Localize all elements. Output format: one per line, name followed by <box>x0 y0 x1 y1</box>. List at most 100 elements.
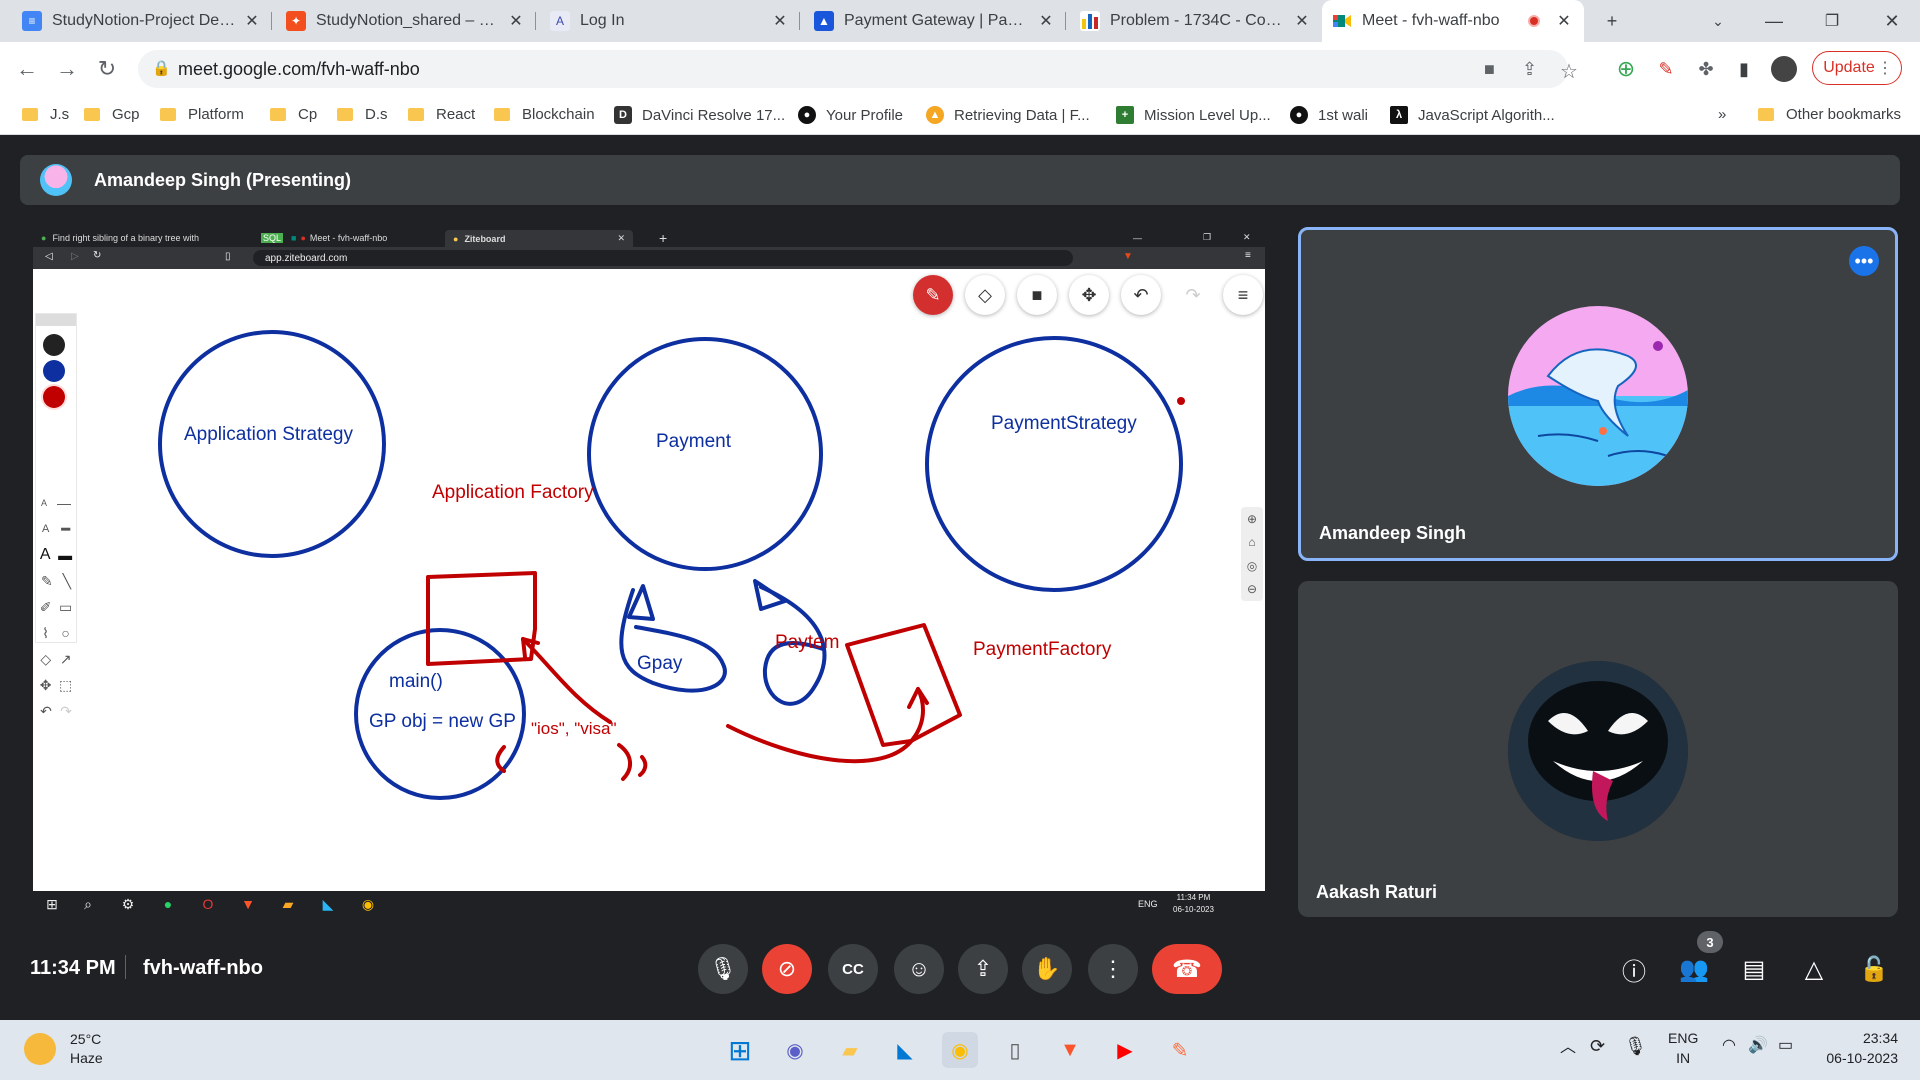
zoom-in-icon[interactable]: ⊕ <box>1247 512 1257 526</box>
bookmark-folder[interactable]: J.s <box>22 106 69 123</box>
clock[interactable]: 23:34 06-10-2023 <box>1818 1028 1898 1068</box>
close-icon[interactable]: ✕ <box>506 11 526 31</box>
tab-search-icon[interactable]: ⌄ <box>1690 0 1746 42</box>
host-controls-icon[interactable]: 🔓 <box>1854 947 1894 991</box>
window-close-icon[interactable]: ✕ <box>1864 0 1920 42</box>
tray-chevron-icon[interactable]: ︿ <box>1560 1038 1576 1058</box>
browser-tab[interactable]: ≡ StudyNotion-Project Descri ✕ <box>12 0 272 42</box>
participant-tile[interactable]: Aakash Raturi <box>1298 581 1898 917</box>
extensions-puzzle-icon[interactable]: ✤ <box>1690 52 1722 86</box>
battery-icon[interactable]: ▭ <box>1778 1036 1793 1056</box>
activities-icon[interactable]: △ <box>1794 947 1834 991</box>
microphone-button[interactable]: 🎙 <box>698 944 748 994</box>
center-icon[interactable]: ◎ <box>1247 559 1257 573</box>
bookmark-link[interactable]: ▲ Retrieving Data | F... <box>926 106 1090 124</box>
shared-url-box: app.ziteboard.com <box>253 250 1073 266</box>
leave-call-button[interactable]: ☎ <box>1152 944 1222 994</box>
close-icon[interactable]: ✕ <box>1292 11 1312 31</box>
teams-chat-icon[interactable]: ◉ <box>777 1032 813 1068</box>
update-label: Update <box>1823 59 1875 76</box>
close-icon[interactable]: ✕ <box>770 11 790 31</box>
raise-hand-button[interactable]: ✋ <box>1022 944 1072 994</box>
people-icon[interactable]: 👥 <box>1674 947 1714 991</box>
profile-avatar[interactable] <box>1768 52 1800 86</box>
vscode-icon[interactable]: ◣ <box>887 1032 923 1068</box>
bookmark-folder[interactable]: Blockchain <box>494 106 595 123</box>
language-indicator[interactable]: ENG IN <box>1668 1028 1698 1068</box>
reload-icon[interactable]: ↻ <box>90 52 124 86</box>
shared-screen[interactable]: ● Find right sibling of a binary tree wit… <box>33 227 1265 917</box>
browser-tab[interactable]: ✦ StudyNotion_shared – Figm ✕ <box>276 0 536 42</box>
recording-icon <box>1528 15 1540 27</box>
more-options-button[interactable]: ⋮ <box>1088 944 1138 994</box>
side-panel-icon[interactable]: ▮ <box>1728 52 1760 86</box>
bookmark-link[interactable]: D DaVinci Resolve 17... <box>614 106 785 124</box>
meet-icon <box>1332 11 1352 31</box>
close-icon[interactable]: ✕ <box>1554 11 1574 31</box>
windows-start-icon[interactable]: ⊞ <box>722 1032 758 1068</box>
bookmark-folder[interactable]: Gcp <box>84 106 140 123</box>
application-factory-box <box>426 571 537 666</box>
home-icon[interactable]: ⌂ <box>1248 535 1255 549</box>
bookmark-folder[interactable]: React <box>408 106 475 123</box>
volume-icon[interactable]: 🔊 <box>1748 1036 1768 1056</box>
youtube-icon[interactable]: ▶ <box>1107 1032 1143 1068</box>
extension-plus-icon[interactable]: ⊕ <box>1610 52 1642 86</box>
wifi-icon[interactable]: ◠ <box>1722 1036 1736 1056</box>
back-icon[interactable]: ← <box>10 52 44 86</box>
microphone-tray-icon[interactable]: 🎙 <box>1624 1036 1647 1056</box>
bookmark-folder[interactable]: Platform <box>160 106 244 123</box>
lock-icon[interactable]: 🔒 <box>152 59 171 77</box>
close-icon[interactable]: ✕ <box>1036 11 1056 31</box>
camera-blocked-icon[interactable]: ■ <box>1484 59 1495 80</box>
sync-icon[interactable]: ⟳ <box>1590 1036 1605 1056</box>
bookmark-label: Blockchain <box>522 106 595 123</box>
bookmarks-overflow-icon[interactable]: » <box>1718 106 1726 123</box>
maximize-icon[interactable]: ❐ <box>1804 0 1860 42</box>
brave-icon[interactable]: ▼ <box>1052 1032 1088 1068</box>
reactions-button[interactable]: ☺ <box>894 944 944 994</box>
more-options-icon[interactable]: ••• <box>1849 246 1879 276</box>
bookmark-folder[interactable]: Cp <box>270 106 317 123</box>
bookmark-label: Other bookmarks <box>1786 106 1902 123</box>
github-icon: ● <box>1290 106 1308 124</box>
bookmark-link[interactable]: ● Your Profile <box>798 106 903 124</box>
camera-off-button[interactable]: ⊘ <box>762 944 812 994</box>
bookmark-link[interactable]: ● 1st wali <box>1290 106 1368 124</box>
bookmark-folder[interactable]: D.s <box>337 106 388 123</box>
captions-button[interactable]: CC <box>828 944 878 994</box>
chat-icon[interactable]: ▤ <box>1734 947 1774 991</box>
other-bookmarks[interactable]: Other bookmarks <box>1758 106 1901 123</box>
close-icon[interactable]: ✕ <box>242 11 262 31</box>
browser-tab[interactable]: ▲ Payment Gateway | Paymen ✕ <box>804 0 1066 42</box>
bookmark-link[interactable]: λ JavaScript Algorith... <box>1390 106 1555 124</box>
chrome-icon[interactable]: ◉ <box>942 1032 978 1068</box>
bookmark-link[interactable]: + Mission Level Up... <box>1116 106 1271 124</box>
update-button[interactable]: Update ⋮ <box>1812 51 1902 85</box>
file-explorer-icon[interactable]: ▰ <box>832 1032 868 1068</box>
settings-icon: ⚙ <box>121 895 135 912</box>
notepad-icon[interactable]: ▯ <box>997 1032 1033 1068</box>
search-icon: ⌕ <box>84 895 92 912</box>
menu-dots-icon[interactable]: ⋮ <box>1877 58 1893 78</box>
browser-tab[interactable]: A Log In ✕ <box>540 0 800 42</box>
browser-tab-active[interactable]: Meet - fvh-waff-nbo ✕ <box>1322 0 1584 42</box>
share-icon[interactable]: ⇪ <box>1522 59 1537 80</box>
participant-tile-active[interactable]: ••• Amandeep Singh <box>1298 227 1898 561</box>
zoom-out-icon[interactable]: ⊖ <box>1247 582 1257 596</box>
forward-icon[interactable]: → <box>50 52 84 86</box>
url-text[interactable]: meet.google.com/fvh-waff-nbo <box>178 59 420 80</box>
browser-tab[interactable]: Problem - 1734C - Codefor ✕ <box>1070 0 1322 42</box>
payment-strategy-label: PaymentStrategy <box>991 413 1137 434</box>
info-icon[interactable]: ⓘ <box>1614 947 1654 991</box>
whiteboard-canvas[interactable]: A — A ━ A ▬ ✎ ╲ ✐ ▭ ⌇ ○ ◇ ↗ ✥ ⬚ ↶ ↷ ✎ ◇ ■ ✥ ↶ ↷ ≡ <box>33 269 1265 891</box>
pen-extension-icon[interactable]: ✎ <box>1650 52 1682 86</box>
bookmark-star-icon[interactable]: ☆ <box>1560 59 1578 84</box>
weather-widget[interactable]: 25°C Haze <box>24 1030 103 1068</box>
new-tab-icon[interactable]: + <box>1584 0 1640 42</box>
menu-icon: ≡ <box>1245 250 1251 261</box>
pen-app-icon[interactable]: ✎ <box>1162 1032 1198 1068</box>
minimize-icon[interactable]: — <box>1746 0 1802 42</box>
omnibox[interactable]: 🔒 meet.google.com/fvh-waff-nbo ■ ⇪ ☆ <box>138 50 1578 88</box>
present-screen-button[interactable]: ⇪ <box>958 944 1008 994</box>
